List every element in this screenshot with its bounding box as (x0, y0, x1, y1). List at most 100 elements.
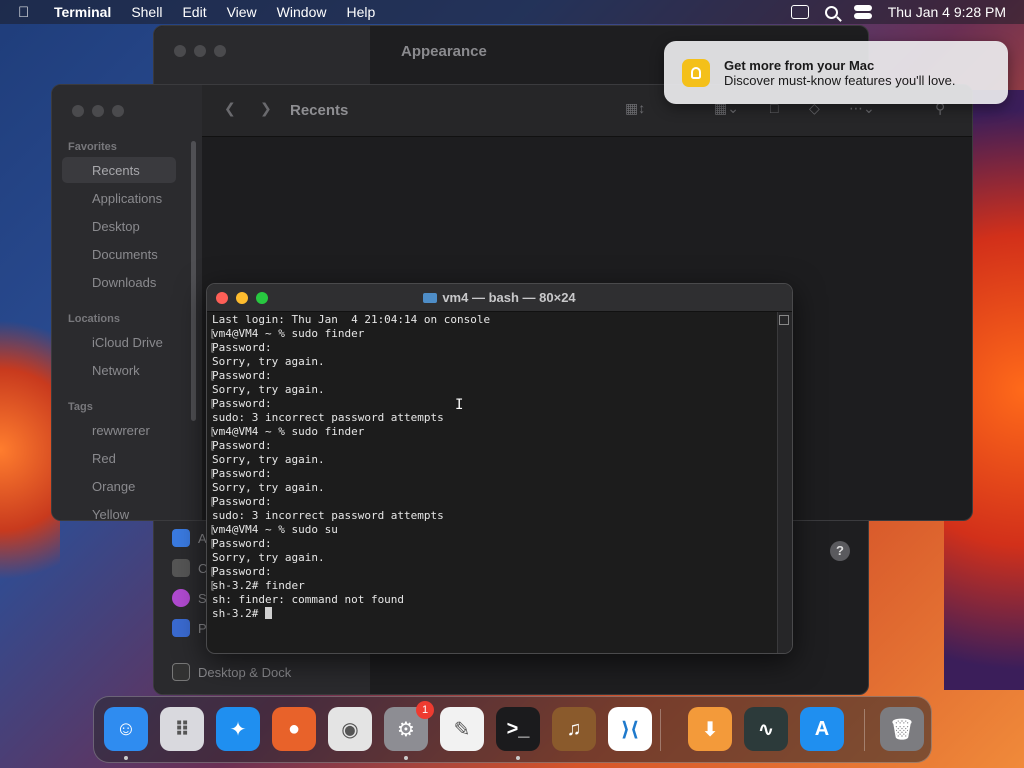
dock-chrome-icon[interactable]: ◉ (328, 707, 372, 751)
settings-item-a[interactable]: A (172, 529, 207, 547)
folder-icon (423, 293, 438, 303)
back-chevron-icon[interactable]: ❮ (224, 100, 236, 117)
hand-icon (172, 619, 190, 637)
apple-menu-icon[interactable]:  (18, 4, 40, 21)
terminal-line: sudo: 3 incorrect password attempts (212, 509, 444, 522)
settings-minimize-button[interactable] (194, 45, 206, 57)
settings-item-desktop-dock[interactable]: Desktop & Dock (172, 663, 291, 681)
menu-help[interactable]: Help (346, 4, 375, 20)
sidebar-section-favorites: Favorites (68, 141, 117, 153)
menu-shell[interactable]: Shell (131, 4, 162, 20)
menu-app-name[interactable]: Terminal (54, 4, 111, 20)
terminal-output[interactable]: Last login: Thu Jan 4 21:04:14 on consol… (209, 313, 784, 648)
terminal-window-title: vm4 — bash — 80×24 (207, 290, 792, 305)
menu-window[interactable]: Window (277, 4, 327, 20)
dock-finder-icon[interactable]: ☺ (104, 707, 148, 751)
dock-running-indicator (516, 756, 520, 760)
sidebar-item-documents[interactable]: Documents (92, 247, 158, 262)
siri-icon (172, 589, 190, 607)
sidebar-item-desktop[interactable]: Desktop (92, 219, 140, 234)
dock-trash-icon[interactable]: 🗑 (880, 707, 924, 751)
sidebar-item-network[interactable]: Network (92, 363, 140, 378)
menu-bar-clock[interactable]: Thu Jan 4 9:28 PM (888, 4, 1006, 20)
text-cursor-ibeam-icon: I (455, 397, 464, 413)
terminal-line: Sorry, try again. (212, 481, 325, 494)
settings-item-p[interactable]: P (172, 619, 207, 637)
terminal-line: Sorry, try again. (212, 551, 325, 564)
settings-item-c[interactable]: C (172, 559, 207, 577)
finder-minimize-button[interactable] (92, 105, 104, 117)
notification-body: Discover must-know features you'll love. (724, 72, 956, 88)
sidebar-tag-red[interactable]: Red (92, 451, 116, 466)
settings-pane-title: Appearance (401, 43, 487, 60)
terminal-line: Password: (209, 537, 784, 551)
dock-app-store-icon[interactable]: A (800, 707, 844, 751)
screen-mirroring-icon[interactable] (790, 5, 809, 19)
dock-launchpad-icon[interactable]: ⠿ (160, 707, 204, 751)
sidebar-scrollbar[interactable] (191, 141, 196, 421)
dock-running-indicator (124, 756, 128, 760)
dock-downloads-stack-icon[interactable]: ⬇ (688, 707, 732, 751)
dock-separator (660, 709, 661, 751)
lightbulb-icon (682, 58, 710, 87)
sidebar-tag-yellow[interactable]: Yellow (92, 507, 129, 520)
terminal-line: Password: (209, 341, 784, 355)
terminal-line: Sorry, try again. (212, 383, 325, 396)
dock-textedit-icon[interactable]: ✎ (440, 707, 484, 751)
dock-firefox-icon[interactable]: ● (272, 707, 316, 751)
terminal-line: sh-3.2# (212, 607, 777, 621)
terminal-line: Sorry, try again. (212, 453, 325, 466)
terminal-cursor (264, 607, 272, 619)
sidebar-item-downloads[interactable]: Downloads (92, 275, 156, 290)
dock-safari-icon[interactable]: ✦ (216, 707, 260, 751)
finder-window-title: Recents (290, 102, 349, 119)
help-button[interactable]: ? (830, 541, 850, 561)
terminal-line: Password: (209, 495, 784, 509)
sidebar-item-icloud-drive[interactable]: iCloud Drive (92, 335, 163, 350)
scroll-toggle-icon[interactable] (779, 315, 789, 325)
menu-bar:  Terminal Shell Edit View Window Help T… (0, 0, 1024, 24)
terminal-line: Password: (209, 467, 784, 481)
settings-item-s[interactable]: S (172, 589, 207, 607)
dock-icon (172, 663, 190, 681)
notification-title: Get more from your Mac (724, 57, 875, 73)
spotlight-search-icon[interactable] (824, 5, 838, 19)
dock-terminal-icon[interactable]: >_ (496, 707, 540, 751)
finder-close-button[interactable] (72, 105, 84, 117)
dock-garageband-icon[interactable]: ♫ (552, 707, 596, 751)
terminal-line: vm4@VM4 ~ % sudo su (209, 523, 784, 537)
control-center-icon[interactable] (853, 5, 872, 19)
finder-zoom-button[interactable] (112, 105, 124, 117)
sidebar-section-tags: Tags (68, 401, 93, 413)
dock-running-indicator (404, 756, 408, 760)
sidebar-item-recents[interactable]: Recents (92, 163, 140, 178)
terminal-title-bar[interactable]: vm4 — bash — 80×24 (207, 284, 792, 312)
terminal-line: sudo: 3 incorrect password attempts (212, 411, 444, 424)
dock: ☺ ⠿ ✦ ● ◉ ⚙ 1 ✎ >_ ♫ ⟩⟨ ⬇ ∿ A 🗑 (93, 696, 932, 763)
terminal-scrollbar[interactable] (777, 312, 792, 653)
sidebar-section-locations: Locations (68, 313, 120, 325)
menu-view[interactable]: View (227, 4, 257, 20)
dock-activity-monitor-icon[interactable]: ∿ (744, 707, 788, 751)
terminal-line: Password: (209, 439, 784, 453)
view-grid-icon[interactable]: ▦↕ (625, 100, 645, 117)
gear-icon (172, 559, 190, 577)
settings-zoom-button[interactable] (214, 45, 226, 57)
info-icon (172, 529, 190, 547)
terminal-line: sh: finder: command not found (212, 593, 405, 606)
menu-edit[interactable]: Edit (182, 4, 206, 20)
terminal-line: Password: (209, 397, 784, 411)
forward-chevron-icon[interactable]: ❯ (260, 100, 272, 117)
notification-banner[interactable]: Get more from your Mac Discover must-kno… (664, 41, 1008, 104)
terminal-line: vm4@VM4 ~ % sudo finder (209, 425, 784, 439)
dock-notification-badge: 1 (416, 701, 434, 719)
sidebar-tag-orange[interactable]: Orange (92, 479, 135, 494)
sidebar-item-applications[interactable]: Applications (92, 191, 162, 206)
terminal-window: vm4 — bash — 80×24 Last login: Thu Jan 4… (206, 283, 793, 654)
sidebar-tag-rewwrerer[interactable]: rewwrerer (92, 423, 150, 438)
terminal-line: vm4@VM4 ~ % sudo finder (209, 327, 784, 341)
terminal-line: Password: (209, 565, 784, 579)
terminal-line: Last login: Thu Jan 4 21:04:14 on consol… (212, 313, 491, 326)
dock-vscode-icon[interactable]: ⟩⟨ (608, 707, 652, 751)
settings-close-button[interactable] (174, 45, 186, 57)
